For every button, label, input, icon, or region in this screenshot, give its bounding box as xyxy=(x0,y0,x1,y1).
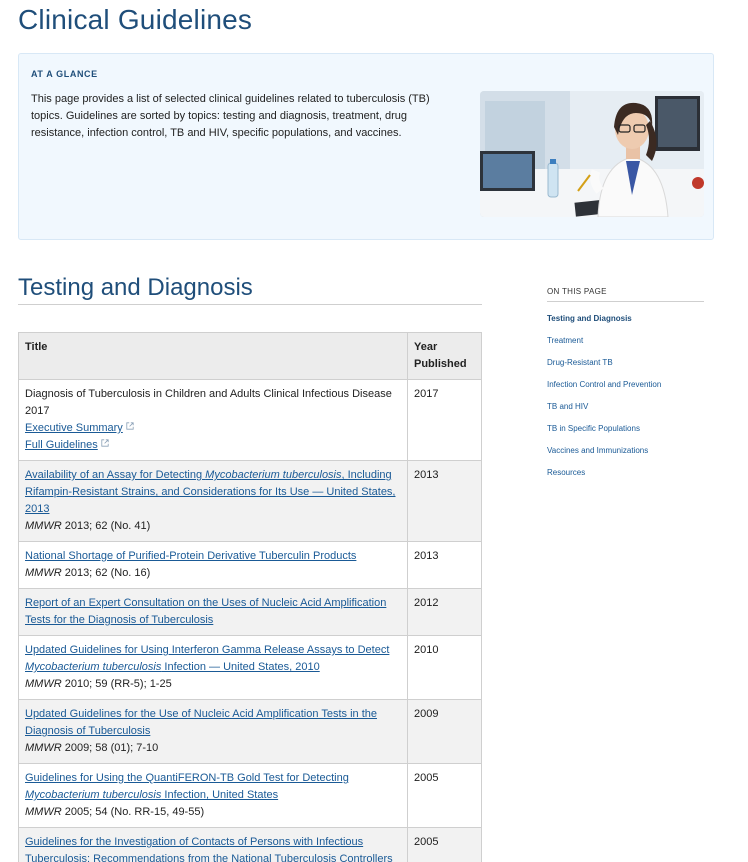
on-this-page-heading: ON THIS PAGE xyxy=(547,287,704,302)
row-title-cell: National Shortage of Purified-Protein De… xyxy=(18,541,408,589)
table-row: Updated Guidelines for the Use of Nuclei… xyxy=(18,699,482,764)
otp-item-treatment[interactable]: Treatment xyxy=(547,336,704,358)
guideline-link[interactable]: Report of an Expert Consultation on the … xyxy=(25,597,386,626)
otp-item-drug-resistant-tb[interactable]: Drug-Resistant TB xyxy=(547,358,704,380)
otp-item-tb-and-hiv[interactable]: TB and HIV xyxy=(547,402,704,424)
citation-detail: 2009; 58 (01); 7-10 xyxy=(61,742,159,754)
otp-item-infection-control[interactable]: Infection Control and Prevention xyxy=(547,380,704,402)
on-this-page-list: Testing and Diagnosis Treatment Drug-Res… xyxy=(547,314,704,490)
full-guidelines-link[interactable]: Full Guidelines xyxy=(25,439,98,451)
citation: MMWR 2009; 58 (01); 7-10 xyxy=(25,742,158,754)
otp-item-specific-populations[interactable]: TB in Specific Populations xyxy=(547,424,704,446)
column-header-year: Year Published xyxy=(407,332,482,380)
row-year-cell: 2005 xyxy=(407,827,482,862)
doctor-photo-illustration xyxy=(480,91,704,217)
row-title-cell: Diagnosis of Tuberculosis in Children an… xyxy=(18,379,408,461)
citation-detail: 2005; 54 (No. RR-15, 49-55) xyxy=(61,806,205,818)
citation: MMWR 2005; 54 (No. RR-15, 49-55) xyxy=(25,806,204,818)
table-header-row: Title Year Published xyxy=(18,332,482,380)
table-row: Updated Guidelines for Using Interferon … xyxy=(18,635,482,700)
row-title-cell: Updated Guidelines for the Use of Nuclei… xyxy=(18,699,408,764)
table-row: Guidelines for the Investigation of Cont… xyxy=(18,827,482,862)
guideline-link-text: Updated Guidelines for the Use of Nuclei… xyxy=(25,708,377,737)
guideline-link-text: Updated Guidelines for Using Interferon … xyxy=(25,644,390,656)
citation-journal: MMWR xyxy=(25,520,62,532)
row-title-cell: Report of an Expert Consultation on the … xyxy=(18,588,408,636)
row-year-cell: 2017 xyxy=(407,379,482,461)
table-row: Diagnosis of Tuberculosis in Children an… xyxy=(18,379,482,461)
citation: MMWR 2013; 62 (No. 41) xyxy=(25,520,150,532)
at-a-glance-heading: AT A GLANCE xyxy=(31,69,98,79)
page-title: Clinical Guidelines xyxy=(18,4,253,35)
guideline-link-text: Availability of an Assay for Detecting xyxy=(25,469,206,481)
row-year-cell: 2010 xyxy=(407,635,482,700)
guideline-link-text: Guidelines for Using the QuantiFERON-TB … xyxy=(25,772,349,784)
guideline-link-text: Guidelines for the Investigation of Cont… xyxy=(25,836,393,862)
citation-journal: MMWR xyxy=(25,742,62,754)
guideline-link-text: National Shortage of Purified-Protein De… xyxy=(25,550,357,562)
guideline-link-italic: Mycobacterium tuberculosis xyxy=(25,661,162,673)
guideline-link-italic: Mycobacterium tuberculosis xyxy=(205,469,342,481)
guideline-link-text: Report of an Expert Consultation on the … xyxy=(25,597,387,626)
guideline-link-text-end: Infection — United States, 2010 xyxy=(161,661,320,673)
otp-item-resources[interactable]: Resources xyxy=(547,468,704,490)
otp-item-testing-and-diagnosis[interactable]: Testing and Diagnosis xyxy=(547,314,704,336)
guideline-link-text-end: Infection, United States xyxy=(161,789,279,801)
row-title-cell: Updated Guidelines for Using Interferon … xyxy=(18,635,408,700)
row-title-text: Diagnosis of Tuberculosis in Children an… xyxy=(25,388,392,417)
row-year-cell: 2013 xyxy=(407,541,482,589)
table-row: National Shortage of Purified-Protein De… xyxy=(18,541,482,589)
doctor-photo xyxy=(480,91,704,217)
external-link-icon xyxy=(126,422,134,430)
row-title-cell: Availability of an Assay for Detecting M… xyxy=(18,460,408,542)
guideline-link[interactable]: Updated Guidelines for Using Interferon … xyxy=(25,644,389,673)
table-row: Availability of an Assay for Detecting M… xyxy=(18,460,482,542)
citation-detail: 2013; 62 (No. 16) xyxy=(61,567,151,579)
guideline-link[interactable]: Updated Guidelines for the Use of Nuclei… xyxy=(25,708,377,737)
citation: MMWR 2010; 59 (RR-5); 1-25 xyxy=(25,678,172,690)
citation-journal: MMWR xyxy=(25,567,62,579)
at-a-glance-text: This page provides a list of selected cl… xyxy=(31,93,430,139)
citation-detail: 2010; 59 (RR-5); 1-25 xyxy=(61,678,172,690)
section-divider xyxy=(18,304,482,305)
guideline-link[interactable]: National Shortage of Purified-Protein De… xyxy=(25,550,356,562)
row-year-cell: 2005 xyxy=(407,763,482,828)
row-year-cell: 2013 xyxy=(407,460,482,542)
row-title-cell: Guidelines for Using the QuantiFERON-TB … xyxy=(18,763,408,828)
table-row: Guidelines for Using the QuantiFERON-TB … xyxy=(18,763,482,828)
citation-journal: MMWR xyxy=(25,678,62,690)
guideline-link[interactable]: Guidelines for the Investigation of Cont… xyxy=(25,836,393,862)
guidelines-table: Title Year Published Diagnosis of Tuberc… xyxy=(18,332,482,862)
guideline-link[interactable]: Guidelines for Using the QuantiFERON-TB … xyxy=(25,772,349,801)
row-year-cell: 2009 xyxy=(407,699,482,764)
column-header-title: Title xyxy=(18,332,408,380)
executive-summary-link[interactable]: Executive Summary xyxy=(25,422,123,434)
row-title-cell: Guidelines for the Investigation of Cont… xyxy=(18,827,408,862)
external-link-icon xyxy=(101,439,109,447)
on-this-page-nav: ON THIS PAGE Testing and Diagnosis Treat… xyxy=(547,287,704,490)
table-row: Report of an Expert Consultation on the … xyxy=(18,588,482,636)
guideline-link-italic: Mycobacterium tuberculosis xyxy=(25,789,162,801)
citation-journal: MMWR xyxy=(25,806,62,818)
citation-detail: 2013; 62 (No. 41) xyxy=(61,520,151,532)
section-title: Testing and Diagnosis xyxy=(18,274,253,301)
otp-item-vaccines[interactable]: Vaccines and Immunizations xyxy=(547,446,704,468)
row-year-cell: 2012 xyxy=(407,588,482,636)
guideline-link[interactable]: Availability of an Assay for Detecting M… xyxy=(25,469,396,515)
citation: MMWR 2013; 62 (No. 16) xyxy=(25,567,150,579)
at-a-glance-panel: AT A GLANCE This page provides a list of… xyxy=(18,53,714,240)
